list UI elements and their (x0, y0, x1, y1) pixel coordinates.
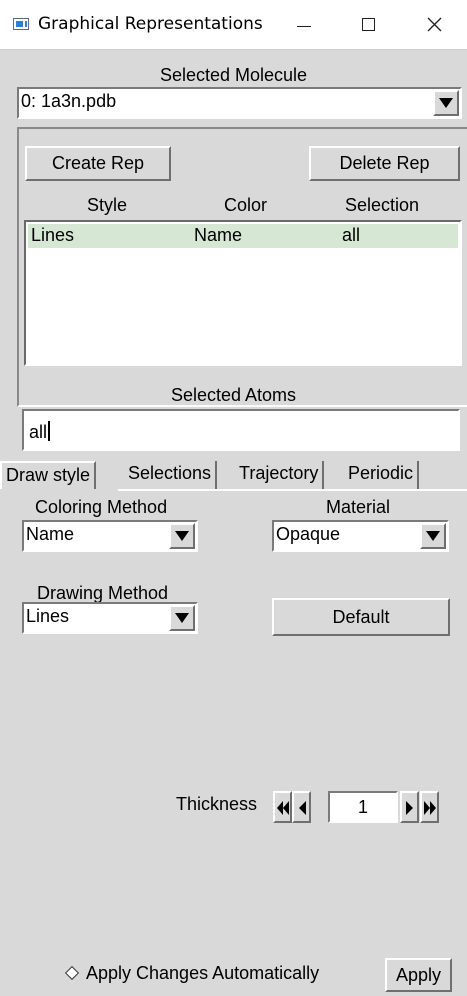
create-rep-button[interactable]: Create Rep (25, 146, 171, 181)
selected-atoms-value: all (29, 421, 51, 443)
tab-periodic[interactable]: Periodic (344, 461, 420, 489)
tab-trajectory[interactable]: Trajectory (235, 461, 325, 489)
column-header-selection: Selection (345, 195, 420, 215)
selected-atoms-label: Selected Atoms (170, 385, 297, 405)
selected-molecule-label: Selected Molecule (159, 65, 308, 85)
close-button[interactable] (410, 0, 458, 50)
minimize-button[interactable] (280, 0, 328, 50)
drawing-method-select[interactable]: Lines (22, 602, 198, 634)
molecule-select-value: 0: 1a3n.pdb (21, 91, 117, 111)
auto-apply-label[interactable]: Apply Changes Automatically (86, 963, 319, 984)
fast-forward-icon (424, 801, 436, 815)
rep-row[interactable]: Lines Name all (28, 224, 458, 248)
tab-selections[interactable]: Selections (124, 461, 218, 489)
title-bar: Graphical Representations (0, 0, 467, 50)
left-arrow-icon (299, 801, 306, 815)
dropdown-arrow-icon[interactable] (169, 523, 195, 549)
default-button[interactable]: Default (272, 598, 450, 636)
coloring-method-label: Coloring Method (35, 497, 168, 517)
rep-style-cell: Lines (31, 225, 75, 245)
maximize-icon (362, 18, 375, 31)
right-arrow-icon (406, 801, 413, 815)
coloring-method-value: Name (26, 524, 75, 544)
close-icon (427, 17, 442, 32)
column-header-color: Color (224, 195, 268, 215)
maximize-button[interactable] (345, 0, 393, 50)
apply-button[interactable]: Apply (385, 958, 452, 992)
thickness-value[interactable]: 1 (328, 791, 398, 823)
thickness-decrease-fast-button[interactable] (273, 791, 292, 823)
tab-divider (118, 489, 467, 491)
thickness-increase-fast-button[interactable] (420, 791, 439, 823)
window-title: Graphical Representations (38, 14, 263, 34)
rep-selection-cell: all (342, 225, 361, 245)
dropdown-arrow-icon[interactable] (420, 523, 446, 549)
thickness-decrease-button[interactable] (292, 791, 311, 823)
material-label: Material (326, 497, 391, 517)
material-value: Opaque (276, 524, 341, 544)
app-window-icon (13, 18, 29, 30)
tab-draw-style[interactable]: Draw style (0, 461, 97, 489)
rewind-icon (277, 801, 289, 815)
selected-atoms-input[interactable]: all (22, 409, 460, 451)
thickness-increase-button[interactable] (400, 791, 419, 823)
column-header-style: Style (87, 195, 128, 215)
dropdown-arrow-icon[interactable] (433, 90, 459, 116)
auto-apply-radio-icon[interactable] (64, 965, 80, 981)
delete-rep-button[interactable]: Delete Rep (309, 146, 460, 181)
material-select[interactable]: Opaque (272, 520, 449, 552)
thickness-label: Thickness (176, 794, 258, 814)
molecule-select[interactable]: 0: 1a3n.pdb (17, 87, 462, 119)
minimize-icon (297, 26, 311, 27)
reps-list[interactable]: Lines Name all (24, 220, 462, 366)
dropdown-arrow-icon[interactable] (169, 605, 195, 631)
text-caret (48, 421, 51, 441)
drawing-method-value: Lines (26, 606, 70, 626)
rep-color-cell: Name (194, 225, 243, 245)
drawing-method-label: Drawing Method (37, 583, 169, 603)
coloring-method-select[interactable]: Name (22, 520, 198, 552)
